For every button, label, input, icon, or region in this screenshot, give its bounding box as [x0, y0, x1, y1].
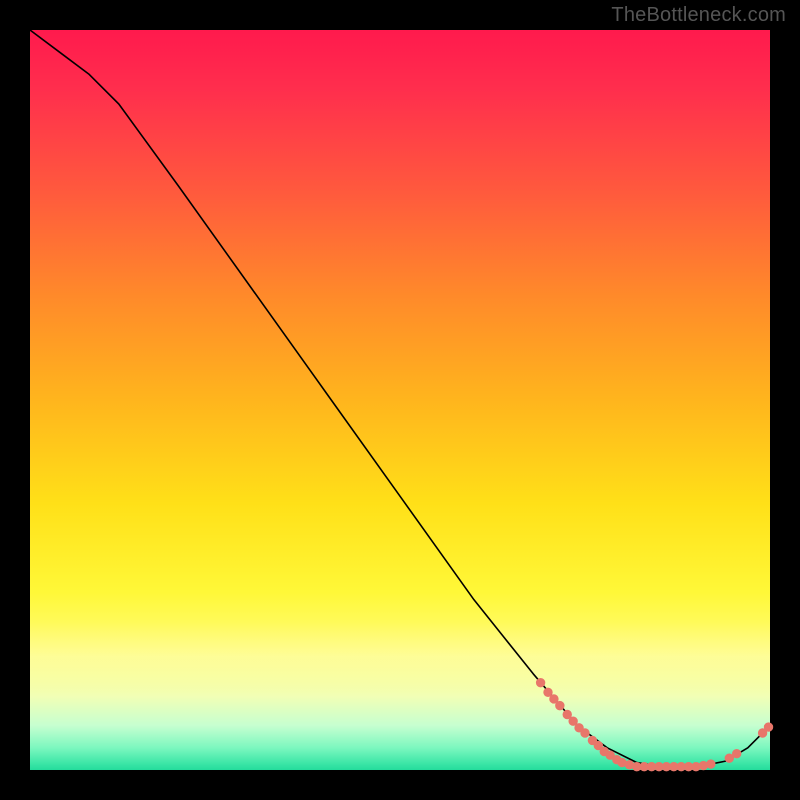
scatter-dots: [536, 678, 772, 770]
data-point: [725, 754, 733, 762]
watermark-text: TheBottleneck.com: [611, 4, 786, 27]
data-point: [536, 678, 544, 686]
chart-stage: TheBottleneck.com: [0, 0, 800, 800]
chart-svg: [30, 30, 770, 770]
plot-area: [30, 30, 770, 770]
data-point: [581, 729, 589, 737]
data-point: [733, 750, 741, 758]
data-point: [569, 717, 577, 725]
series-line: [30, 30, 770, 767]
data-point: [563, 710, 571, 718]
data-point: [764, 723, 772, 731]
data-point: [550, 695, 558, 703]
data-point: [544, 688, 552, 696]
data-point: [556, 701, 564, 709]
data-point: [707, 760, 715, 768]
